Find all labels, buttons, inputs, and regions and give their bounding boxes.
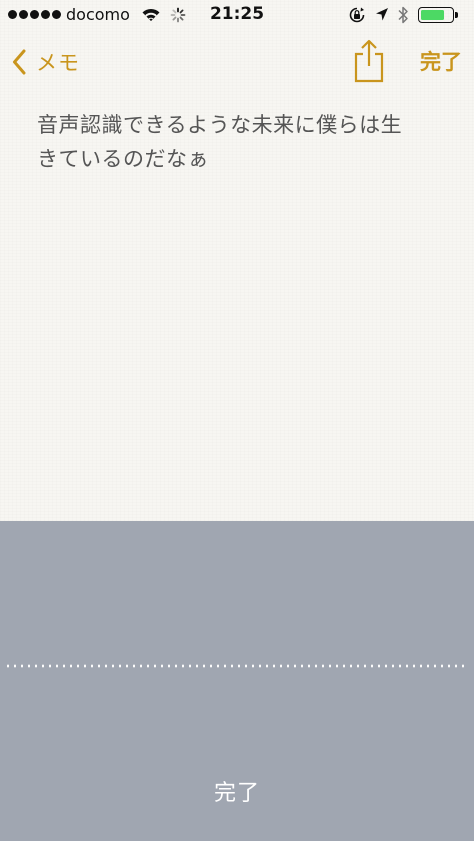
waveform-bar [42, 664, 44, 668]
waveform-bar [238, 664, 240, 668]
rotation-lock-icon [349, 7, 365, 23]
waveform-bar [224, 664, 226, 668]
waveform-bar [448, 664, 450, 668]
waveform-bar [7, 664, 9, 668]
waveform-bar [343, 664, 345, 668]
waveform-bar [252, 664, 254, 668]
waveform-bar [196, 664, 198, 668]
waveform-bar [308, 664, 310, 668]
waveform-bar [371, 664, 373, 668]
waveform-bar [336, 664, 338, 668]
back-button-label: メモ [36, 51, 80, 75]
waveform-bar [329, 664, 331, 668]
battery-level-fill [421, 10, 444, 20]
waveform-bar [287, 664, 289, 668]
waveform-bar [434, 664, 436, 668]
waveform-bar [231, 664, 233, 668]
waveform-bar [399, 664, 401, 668]
waveform-bar [245, 664, 247, 668]
waveform-bar [280, 664, 282, 668]
location-arrow-icon [376, 8, 388, 21]
dictation-done-button[interactable]: 完了 [0, 775, 474, 807]
waveform-bar [441, 664, 443, 668]
chevron-left-icon [13, 49, 26, 75]
waveform-bar [105, 664, 107, 668]
waveform-bar [133, 664, 135, 668]
waveform-bar [357, 664, 359, 668]
waveform-bar [91, 664, 93, 668]
waveform-bar [455, 664, 457, 668]
waveform-bar [182, 664, 184, 668]
battery-icon [418, 7, 454, 23]
share-icon[interactable] [351, 38, 387, 84]
waveform-bar [140, 664, 142, 668]
waveform-bar [63, 664, 65, 668]
waveform-bar [168, 664, 170, 668]
waveform-bar [189, 664, 191, 668]
waveform-bar [385, 664, 387, 668]
waveform-bar [14, 664, 16, 668]
waveform-bar [28, 664, 30, 668]
dictation-panel: 完了 [0, 521, 474, 841]
waveform-bar [70, 664, 72, 668]
waveform-bar [56, 664, 58, 668]
waveform-bar [462, 664, 464, 668]
dictation-waveform [7, 664, 464, 668]
waveform-bar [126, 664, 128, 668]
waveform-bar [420, 664, 422, 668]
waveform-bar [217, 664, 219, 668]
waveform-bar [161, 664, 163, 668]
waveform-bar [350, 664, 352, 668]
waveform-bar [210, 664, 212, 668]
waveform-bar [154, 664, 156, 668]
waveform-bar [392, 664, 394, 668]
waveform-bar [98, 664, 100, 668]
waveform-bar [175, 664, 177, 668]
bluetooth-icon [398, 6, 408, 24]
waveform-bar [378, 664, 380, 668]
waveform-bar [315, 664, 317, 668]
waveform-bar [119, 664, 121, 668]
waveform-bar [21, 664, 23, 668]
waveform-bar [406, 664, 408, 668]
waveform-bar [259, 664, 261, 668]
note-text[interactable]: 音声認識できるような未来に僕らは生 きているのだなぁ [37, 108, 457, 176]
waveform-bar [413, 664, 415, 668]
waveform-bar [35, 664, 37, 668]
waveform-bar [322, 664, 324, 668]
waveform-bar [266, 664, 268, 668]
waveform-bar [364, 664, 366, 668]
waveform-bar [203, 664, 205, 668]
waveform-bar [77, 664, 79, 668]
waveform-bar [427, 664, 429, 668]
waveform-bar [294, 664, 296, 668]
battery-tip [455, 12, 458, 18]
waveform-bar [147, 664, 149, 668]
done-button[interactable]: 完了 [420, 46, 462, 76]
back-button[interactable]: メモ [12, 42, 80, 82]
waveform-bar [112, 664, 114, 668]
waveform-bar [301, 664, 303, 668]
waveform-bar [49, 664, 51, 668]
waveform-bar [273, 664, 275, 668]
status-bar: docomo 21:25 [0, 0, 474, 30]
waveform-bar [84, 664, 86, 668]
